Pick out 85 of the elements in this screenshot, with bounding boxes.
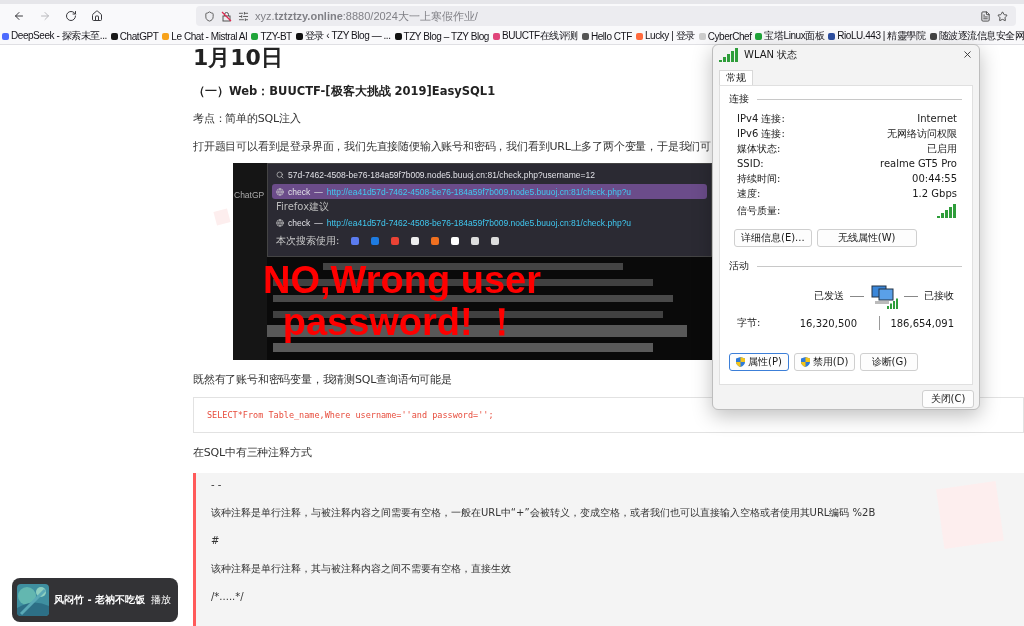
error-message: password! ！	[282, 301, 522, 343]
bookmark-link[interactable]: 登录 ‹ TZY Blog — ...	[295, 29, 391, 43]
dialog-button[interactable]: 无线属性(W)	[816, 229, 917, 247]
globe-icon	[276, 187, 284, 196]
info-label: 信号质量:	[737, 204, 781, 218]
section-title: 活动	[729, 259, 749, 273]
section-title: 连接	[729, 92, 749, 106]
home-icon	[91, 10, 103, 22]
quote-text: /*.....*/	[211, 590, 244, 604]
info-label: 持续时间:	[737, 171, 781, 186]
dialog-button[interactable]: 详细信息(E)...	[734, 229, 812, 247]
address-bar[interactable]: xyz.tztztzy.online:8880/2024大一上寒假作业/	[196, 6, 1016, 26]
info-value: Internet	[917, 113, 957, 124]
bookmark-link[interactable]: Le Chat - Mistral AI	[162, 30, 248, 42]
dialog-tab[interactable]: 常规	[719, 70, 753, 85]
suggestion-row[interactable]: check — http://ea41d57d-7462-4508-be76-184a59f7b009.node5.buuoj.cn:81/check.php?u	[272, 215, 707, 230]
dialog-button[interactable]: 禁用(D)	[793, 353, 856, 371]
search-engine-icon[interactable]	[471, 237, 480, 245]
error-message: NO,Wrong user	[263, 259, 541, 301]
info-label: 媒体状态:	[737, 141, 781, 156]
paragraph: 考点：简单的SQL注入	[193, 111, 301, 127]
signal-quality-icon	[937, 204, 957, 218]
info-value: 00:44:55	[912, 173, 957, 184]
quote-text: #	[211, 534, 220, 548]
close-icon[interactable]	[962, 49, 973, 60]
reader-view-icon[interactable]	[980, 10, 991, 22]
suggestion-row[interactable]: check — http://ea41d57d-7462-4508-be76-184a59f7b009.node5.buuoj.cn:81/check.php?u	[272, 184, 707, 199]
bookmark-link[interactable]: ChatGPT	[110, 30, 159, 42]
bookmark-link[interactable]: DeepSeek - 探索未至...	[2, 29, 107, 43]
engines-label: 本次搜索使用:	[276, 234, 340, 248]
paragraph: 打开题目可以看到是登录界面，我们先直接随便输入账号和密码，我们看到URL上多了两个变量，于是我们可	[193, 139, 712, 155]
info-label: IPv6 连接:	[737, 126, 785, 141]
search-engine-icon[interactable]	[451, 237, 460, 245]
song-title: 风闷竹 - 老衲不吃饭	[54, 593, 146, 607]
bookmark-link[interactable]: Lucky | 登录	[635, 29, 695, 43]
bookmark-link[interactable]: TZY-BT	[251, 30, 292, 42]
bookmark-link[interactable]: CyberChef	[698, 30, 752, 42]
permissions-icon[interactable]	[238, 10, 249, 22]
info-label: SSID:	[737, 158, 764, 169]
dialog-title: WLAN 状态	[744, 47, 799, 62]
insecure-lock-icon[interactable]	[221, 10, 232, 22]
bookmark-link[interactable]: BUUCTF在线评测	[492, 29, 578, 43]
info-value: 已启用	[927, 141, 957, 156]
search-icon	[276, 170, 284, 179]
bookmark-star-icon[interactable]	[997, 10, 1008, 22]
received-bytes: 186,654,091	[889, 317, 954, 329]
shield-icon[interactable]	[204, 10, 215, 22]
play-button[interactable]: 播放	[151, 593, 173, 607]
url-text[interactable]: xyz.tztztzy.online:8880/2024大一上寒假作业/	[255, 8, 974, 24]
suggestion-label: Firefox建议	[275, 201, 331, 213]
quote-text: 该种注释是单行注释，与被注释内容之间需要有空格，一般在URL中“+”会被转义，变成空格，或者我们也可以直接输入空格或者使用其URL编码 %2B	[211, 506, 876, 520]
info-label: 速度:	[737, 186, 761, 201]
sent-bytes: 16,320,500	[798, 317, 857, 329]
bookmark-link[interactable]: 宝塔Linux面板	[755, 29, 825, 43]
search-engine-icon[interactable]	[411, 237, 420, 245]
globe-icon	[276, 218, 284, 227]
back-icon	[13, 10, 25, 22]
network-computers-icon	[870, 283, 898, 309]
dialog-button[interactable]: 诊断(G)	[860, 353, 919, 371]
info-value: 1.2 Gbps	[912, 188, 957, 199]
info-value: 无网络访问权限	[887, 126, 957, 141]
close-button[interactable]: 关闭(C)	[922, 390, 974, 408]
dialog-button[interactable]: 属性(P)	[729, 353, 789, 371]
bookmark-link[interactable]: TZY Blog – TZY Blog	[394, 30, 489, 42]
signal-icon	[719, 47, 739, 62]
bookmark-link[interactable]: Hello CTF	[581, 30, 632, 42]
quote-text: - -	[211, 478, 222, 492]
received-label: 已接收	[924, 289, 954, 303]
bookmark-link[interactable]: RioLU.443 | 精靈學院	[828, 29, 926, 43]
section-heading: （一）Web：BUUCTF-[极客大挑战 2019]EasySQL1	[193, 84, 496, 99]
paragraph: 既然有了账号和密码变量，我猜测SQL查询语句可能是	[193, 372, 452, 388]
search-engine-icon[interactable]	[491, 237, 500, 245]
search-text: 57d-7462-4508-be76-184a59f7b009.node5.buuoj.cn:81/check.php?username=12	[288, 169, 595, 180]
quote-text: 该种注释是单行注释，其与被注释内容之间不需要有空格，直接生效	[211, 562, 511, 576]
bookmark-link[interactable]: 随波逐流信息安全网	[929, 29, 1024, 43]
bytes-label: 字节:	[737, 316, 762, 330]
info-label: IPv4 连接:	[737, 111, 785, 126]
side-label: ChatGP	[234, 190, 265, 200]
code-text: SELECT*From Table_name,Where username=''and password='';	[207, 410, 494, 420]
info-value: realme GT5 Pro	[880, 158, 957, 169]
forward-icon	[39, 10, 51, 22]
page-title: 1月10日	[193, 46, 283, 70]
reload-icon	[65, 10, 77, 22]
sent-label: 已发送	[814, 289, 844, 303]
paragraph: 在SQL中有三种注释方式	[193, 445, 312, 461]
